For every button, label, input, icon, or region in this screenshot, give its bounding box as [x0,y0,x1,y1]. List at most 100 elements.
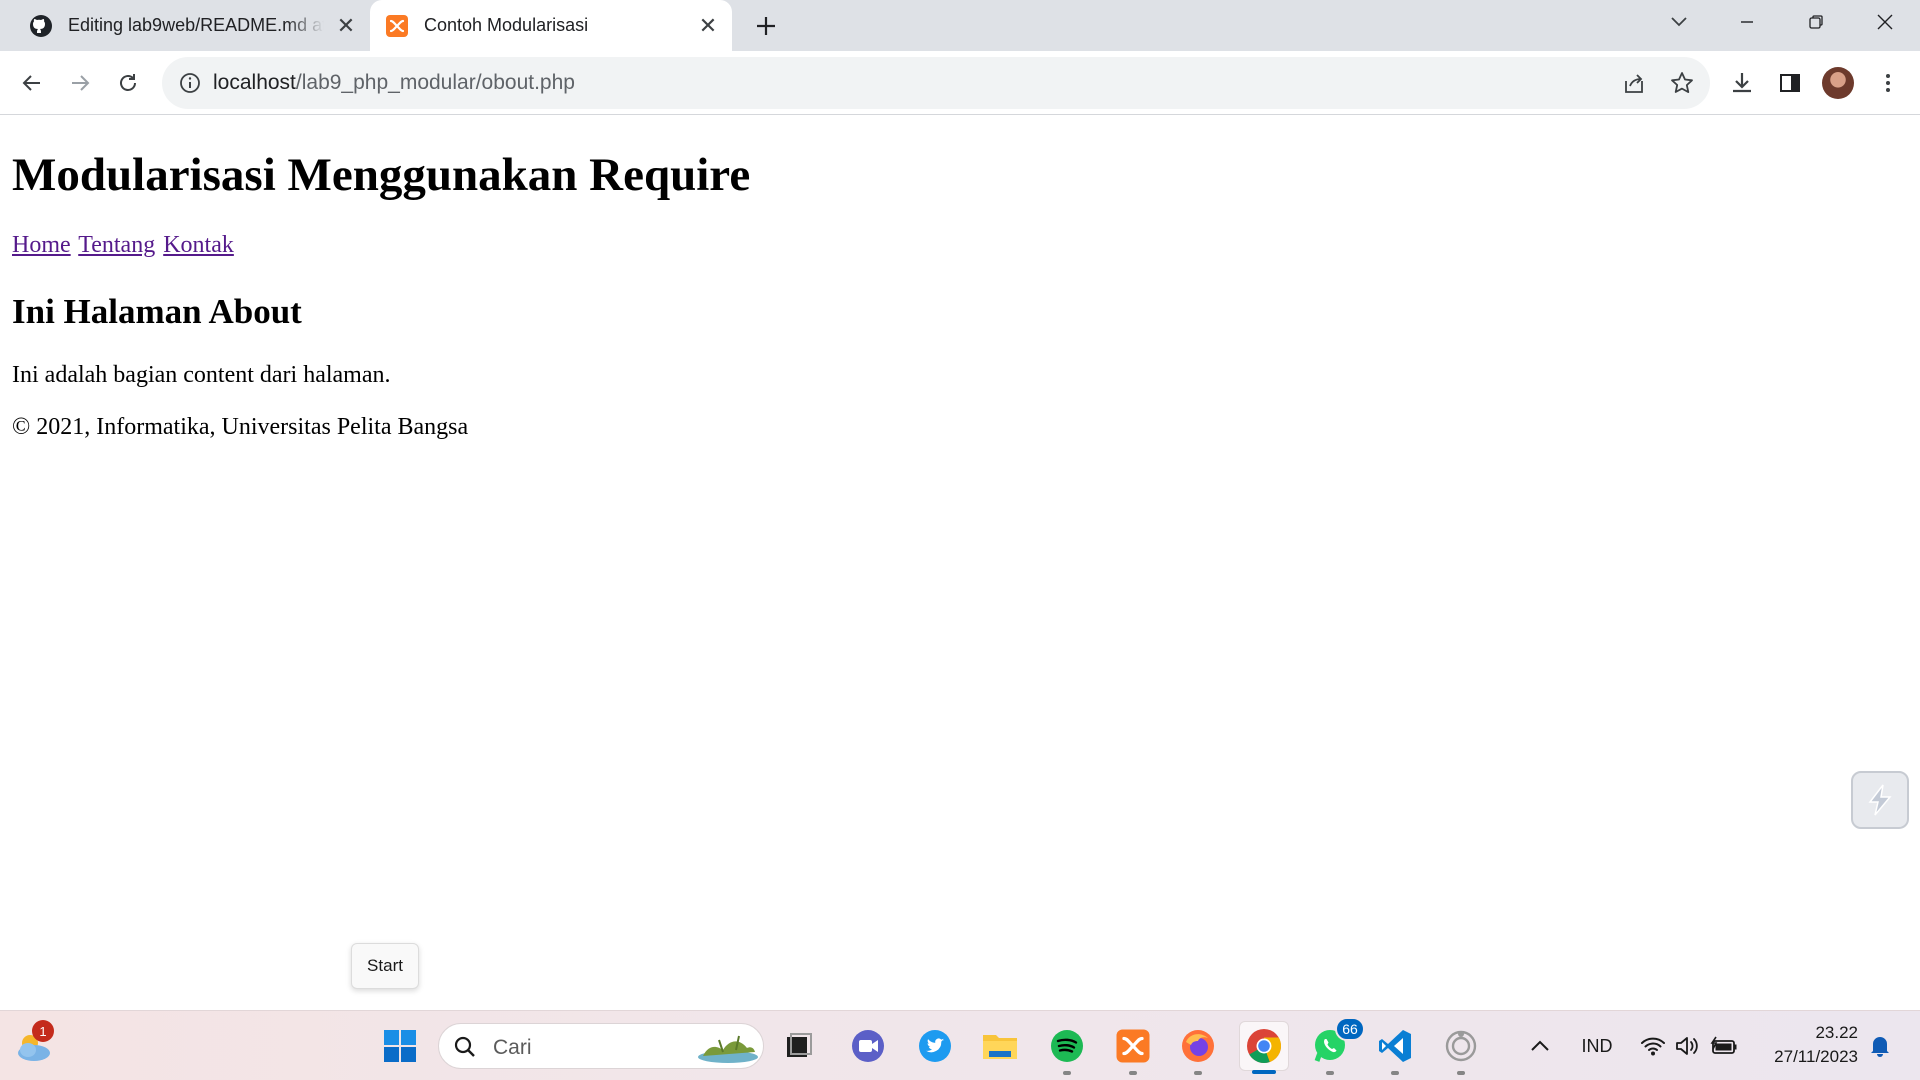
taskbar-app-vscode[interactable] [1370,1021,1420,1075]
chevron-up-icon [1531,1040,1549,1051]
taskbar: 1 Cari 66 IND 23.22 27/11/2023 [0,1010,1920,1080]
avatar[interactable] [1822,67,1854,99]
start-tooltip: Start [351,943,419,989]
restore-button[interactable] [1787,0,1845,44]
browser-toolbar: localhost/lab9_php_modular/obout.php [0,51,1920,115]
github-icon [28,13,54,39]
taskbar-search[interactable]: Cari [438,1023,764,1069]
url-path: /lab9_php_modular/obout.php [295,71,575,94]
close-window-button[interactable] [1856,0,1914,44]
system-clock[interactable]: 23.22 27/11/2023 [1756,1021,1858,1069]
wifi-status[interactable] [1636,1011,1670,1080]
back-button[interactable] [14,65,50,101]
taskbar-app-xampp[interactable] [1108,1021,1158,1075]
nav-link-kontak[interactable]: Kontak [163,232,234,258]
vscode-icon [1379,1030,1411,1062]
file-explorer-icon [983,1035,1017,1059]
side-panel-icon [1780,74,1800,92]
main-nav: Home Tentang Kontak [12,232,236,259]
download-icon [1733,73,1751,93]
floating-widget-button[interactable] [1851,771,1909,829]
running-indicator [1194,1071,1202,1075]
windows-start-icon [384,1030,416,1062]
browser-tab-strip: Editing lab9web/README.md at ✕ Contoh Mo… [0,0,1920,51]
bell-icon [1871,1037,1889,1057]
tab-github-readme[interactable]: Editing lab9web/README.md at ✕ [14,0,370,51]
arrow-left-icon [22,75,40,91]
firefox-icon [1182,1030,1214,1062]
page-footer: © 2021, Informatika, Universitas Pelita … [12,414,469,440]
chrome-icon [1247,1029,1281,1064]
twitter-icon [919,1030,951,1062]
kebab-menu-icon [1886,74,1890,92]
taskbar-app-twitter[interactable] [910,1021,960,1071]
close-icon [1877,14,1893,30]
meet-icon [852,1030,884,1062]
star-icon[interactable] [1668,69,1696,97]
notification-badge: 1 [32,1020,54,1042]
nav-link-tentang[interactable]: Tentang [78,232,155,258]
battery-status[interactable] [1706,1011,1742,1080]
side-panel-button[interactable] [1772,65,1808,101]
volume-status[interactable] [1670,1011,1704,1080]
reload-icon [120,74,136,91]
task-view-button[interactable] [774,1021,824,1071]
running-indicator [1063,1071,1071,1075]
running-indicator [1252,1070,1276,1074]
wifi-icon [1641,1037,1665,1056]
start-button[interactable] [375,1021,425,1071]
minimize-icon [1741,21,1753,23]
running-indicator [1457,1071,1465,1075]
notification-center-button[interactable] [1862,1011,1898,1080]
taskbar-app-obs[interactable] [1436,1021,1486,1075]
address-bar[interactable]: localhost/lab9_php_modular/obout.php [162,57,1710,109]
page-content: Modularisasi Menggunakan Require Home Te… [0,116,1920,1010]
taskbar-app-whatsapp[interactable]: 66 [1305,1017,1365,1075]
tab-contoh-modularisasi[interactable]: Contoh Modularisasi ✕ [370,0,732,51]
taskbar-app-chrome[interactable] [1239,1021,1289,1074]
clock-time: 23.22 [1815,1023,1858,1042]
whatsapp-badge: 66 [1335,1017,1365,1041]
task-view-icon [787,1033,812,1057]
show-hidden-icons-button[interactable] [1522,1011,1558,1080]
xampp-icon [1116,1029,1150,1063]
downloads-button[interactable] [1724,65,1760,101]
search-highlight-icon [698,1035,758,1063]
chevron-down-icon [1671,17,1687,27]
speaker-icon [1676,1037,1698,1055]
clock-date: 27/11/2023 [1774,1047,1858,1066]
search-placeholder: Cari [493,1036,532,1059]
plus-icon [757,17,775,35]
menu-button[interactable] [1870,65,1906,101]
reload-button[interactable] [110,65,146,101]
new-tab-button[interactable] [748,8,784,44]
taskbar-app-spotify[interactable] [1042,1021,1092,1075]
page-title: Modularisasi Menggunakan Require [12,149,751,201]
url-host: localhost [213,71,296,94]
obs-icon [1445,1030,1477,1062]
lightning-icon [1868,784,1892,816]
minimize-button[interactable] [1718,0,1776,44]
tab-title: Contoh Modularisasi [424,15,589,35]
taskbar-app-meet[interactable] [843,1021,893,1071]
forward-button[interactable] [62,65,98,101]
language-indicator[interactable]: IND [1572,1011,1622,1080]
xampp-icon [384,13,410,39]
running-indicator [1391,1071,1399,1075]
taskbar-app-firefox[interactable] [1173,1021,1223,1075]
close-icon[interactable]: ✕ [332,12,360,40]
spotify-icon [1051,1030,1083,1062]
share-icon[interactable] [1620,69,1648,97]
url-text: localhost/lab9_php_modular/obout.php [213,71,575,95]
running-indicator [1326,1071,1334,1075]
running-indicator [1129,1071,1137,1075]
content-text: Ini adalah bagian content dari halaman. [12,362,391,388]
battery-icon [1710,1036,1737,1054]
close-icon[interactable]: ✕ [694,12,722,40]
tab-title: Editing lab9web/README.md at [68,15,324,35]
info-icon[interactable] [178,71,202,95]
nav-link-home[interactable]: Home [12,232,71,258]
taskbar-app-file-explorer[interactable] [975,1021,1025,1071]
tab-search-button[interactable] [1650,0,1708,44]
restore-icon [1809,15,1823,29]
